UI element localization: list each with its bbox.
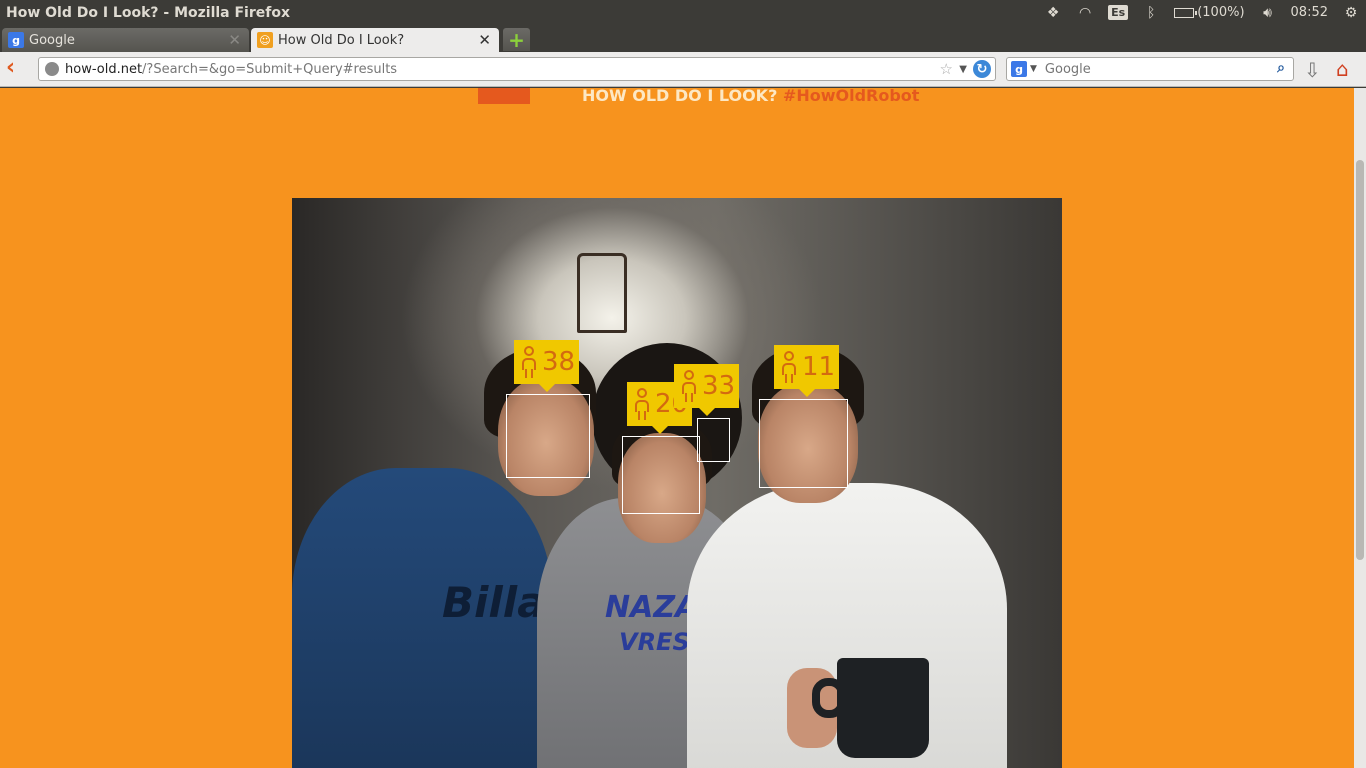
- site-identity-icon[interactable]: [45, 62, 59, 76]
- close-tab-icon[interactable]: ✕: [228, 31, 241, 49]
- face-box-2: [622, 436, 700, 514]
- clock[interactable]: 08:52: [1291, 5, 1328, 20]
- male-icon: [680, 370, 698, 402]
- battery-percentage: (100%): [1197, 5, 1245, 20]
- google-favicon-icon: g: [8, 32, 24, 48]
- face-box-4: [759, 399, 848, 488]
- scrollbar-thumb[interactable]: [1356, 160, 1364, 560]
- age-value: 38: [542, 347, 576, 377]
- battery-icon: [1174, 7, 1198, 18]
- battery-indicator[interactable]: (100%): [1174, 5, 1245, 20]
- mug: [837, 658, 929, 758]
- gear-icon[interactable]: ⚙: [1342, 5, 1360, 21]
- download-icon[interactable]: ⇩: [1304, 58, 1321, 82]
- face-box-3: [697, 418, 730, 462]
- tab-bar: g Google ✕ ☺ How Old Do I Look? ✕: [0, 25, 1366, 52]
- window-title: How Old Do I Look? - Mozilla Firefox: [6, 4, 290, 21]
- blue-hoodie: Billa: [292, 468, 552, 768]
- male-icon: [780, 351, 798, 383]
- page-content: HOW OLD DO I LOOK? #HowOldRobot Billa NA…: [0, 88, 1354, 768]
- search-icon[interactable]: ⌕: [1272, 60, 1290, 78]
- age-tag-1: 38: [514, 340, 580, 392]
- age-tag-3: 33: [674, 364, 740, 416]
- face-box-1: [506, 394, 590, 478]
- home-icon[interactable]: ⌂: [1336, 57, 1349, 81]
- tab-label: Google: [29, 32, 75, 48]
- search-input[interactable]: [1044, 61, 1265, 77]
- new-tab-button[interactable]: +: [503, 28, 530, 52]
- volume-icon[interactable]: 🔊︎: [1259, 5, 1277, 21]
- wall-lamp: [577, 253, 627, 333]
- window-titlebar: How Old Do I Look? - Mozilla Firefox ❖ ◠…: [0, 0, 1366, 25]
- male-icon: [520, 346, 538, 378]
- how-old-favicon-icon: ☺: [257, 32, 273, 48]
- url-path: /?Search=&go=Submit+Query#results: [142, 61, 398, 77]
- search-engine-dropdown-icon[interactable]: ▼: [1030, 64, 1037, 74]
- bluetooth-icon[interactable]: ᛒ: [1142, 5, 1160, 21]
- site-logo[interactable]: [478, 88, 530, 104]
- url-history-dropdown-icon[interactable]: ▼: [959, 64, 967, 75]
- male-icon: [633, 388, 651, 420]
- headline-text: HOW OLD DO I LOOK?: [582, 88, 778, 105]
- url-bar[interactable]: how-old.net/?Search=&go=Submit+Query#res…: [38, 57, 996, 81]
- tab-google[interactable]: g Google ✕: [2, 28, 249, 52]
- url-host: how-old.net: [65, 61, 143, 77]
- age-tag-4: 11: [774, 345, 840, 397]
- tab-label: How Old Do I Look?: [278, 32, 405, 48]
- search-engine-icon[interactable]: g: [1011, 61, 1027, 77]
- navigation-toolbar: ‹ how-old.net/?Search=&go=Submit+Query#r…: [0, 52, 1366, 87]
- keyboard-layout-indicator[interactable]: Es: [1108, 5, 1129, 20]
- system-tray: ❖ ◠ Es ᛒ (100%) 🔊︎ 08:52 ⚙: [1044, 0, 1360, 25]
- tab-how-old[interactable]: ☺ How Old Do I Look? ✕: [251, 28, 499, 52]
- blue-hoodie-text: Billa: [442, 578, 546, 627]
- age-value: 33: [702, 371, 736, 401]
- bookmark-star-icon[interactable]: ☆: [940, 60, 953, 78]
- page-scrollbar[interactable]: [1354, 88, 1366, 768]
- back-arrow-icon[interactable]: ‹: [6, 57, 28, 80]
- wifi-icon[interactable]: ◠: [1076, 5, 1094, 21]
- search-bar[interactable]: g ▼ ⌕: [1006, 57, 1294, 81]
- age-value: 11: [802, 352, 836, 382]
- dropbox-icon[interactable]: ❖: [1044, 5, 1062, 21]
- reload-icon[interactable]: ↻: [973, 60, 991, 78]
- close-tab-icon[interactable]: ✕: [478, 31, 491, 49]
- hashtag-link[interactable]: #HowOldRobot: [783, 88, 920, 105]
- page-headline: HOW OLD DO I LOOK? #HowOldRobot: [582, 88, 919, 105]
